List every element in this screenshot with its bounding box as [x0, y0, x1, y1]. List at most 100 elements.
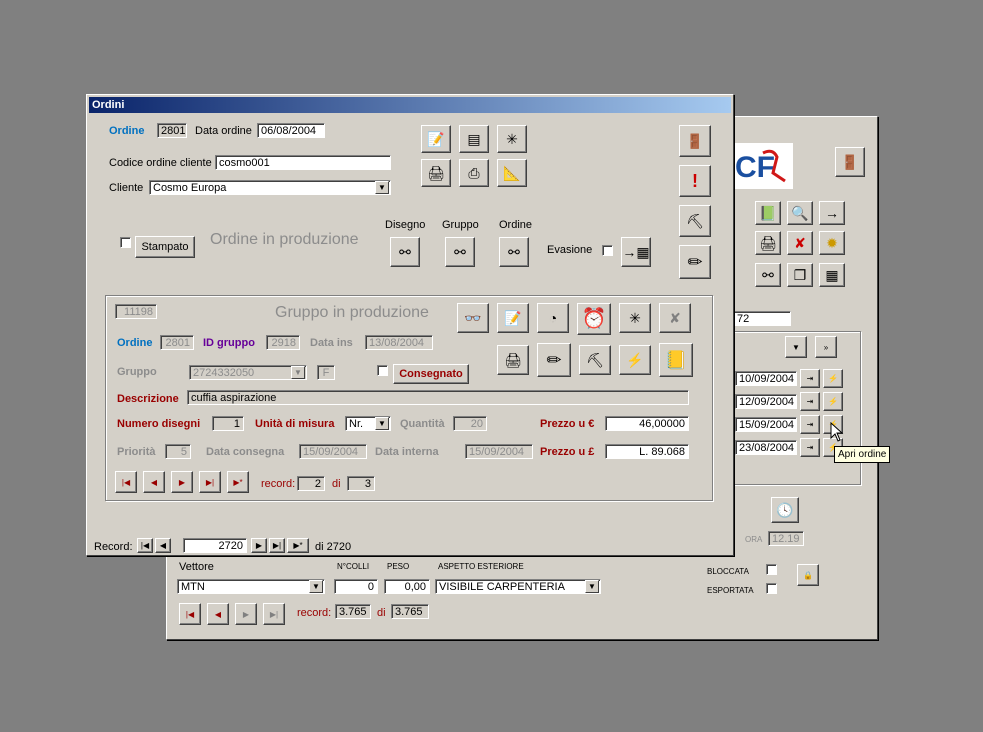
back-tool-2[interactable]: 🔍 — [787, 201, 813, 225]
filter-row-1-button[interactable]: ⚡ — [823, 369, 843, 388]
ora-field[interactable]: 12.19 — [768, 531, 804, 546]
date-row-1[interactable]: 10/09/2004 — [735, 371, 797, 386]
grp-print-button[interactable]: 🖨 — [497, 345, 529, 375]
record-number-field[interactable]: 2720 — [183, 538, 247, 553]
nav-next-button[interactable]: ▶ — [251, 538, 267, 553]
grp-new-button[interactable]: ✳ — [619, 303, 651, 333]
back-tool-7[interactable]: ⚯ — [755, 263, 781, 287]
cliente-select[interactable]: Cosmo Europa — [149, 180, 391, 195]
ruler-button[interactable]: 📐 — [497, 159, 527, 187]
open-row-4-button[interactable]: ⇥ — [800, 438, 820, 457]
back-next-record-button[interactable]: ▶ — [235, 603, 257, 625]
grp-clock-button[interactable]: ⏰ — [577, 303, 611, 335]
exclamation-icon: ! — [692, 171, 698, 191]
consegnato-checkbox[interactable] — [377, 365, 388, 376]
lock-button[interactable]: 🔒 — [797, 564, 819, 586]
ncolli-field[interactable]: 0 — [334, 579, 378, 594]
vettore-dropdown[interactable]: ▼ — [309, 580, 323, 593]
back-tool-5[interactable]: ✘ — [787, 231, 813, 255]
data-ins-label: Data ins — [310, 337, 353, 349]
gruppo-dropdown[interactable]: ▼ — [291, 366, 305, 379]
evasione-insert-button[interactable]: →▦ — [621, 237, 651, 267]
open-row-1-button[interactable]: ⇥ — [800, 369, 820, 388]
nav-last-button[interactable]: ▶| — [269, 538, 285, 553]
arrow-in-icon: ⇥ — [806, 443, 814, 452]
filter-icon: ⚡ — [626, 352, 644, 368]
open-row-2-button[interactable]: ⇥ — [800, 392, 820, 411]
back-record-field[interactable]: 3.765 — [335, 604, 371, 619]
aspetto-dropdown[interactable]: ▼ — [585, 580, 599, 593]
back-tool-1[interactable]: 📗 — [755, 201, 781, 225]
grp-new-record-button[interactable]: ▶* — [227, 471, 249, 493]
grp-tool-button[interactable]: ⛏ — [579, 345, 611, 375]
nav-new-button[interactable]: ▶* — [287, 538, 309, 553]
grp-record-field[interactable]: 2 — [297, 476, 325, 491]
gruppo-select[interactable]: 2724332050 — [189, 365, 307, 380]
back-first-record-button[interactable]: |◀ — [179, 603, 201, 625]
back-tool-6[interactable]: ✹ — [819, 231, 845, 255]
bloccata-checkbox[interactable] — [766, 564, 777, 575]
tool-button[interactable]: ⛏ — [679, 205, 711, 237]
nav-prev-button[interactable]: ◀ — [155, 538, 171, 553]
exit-button[interactable]: 🚪 — [679, 125, 711, 157]
back-tool-9[interactable]: ▦ — [819, 263, 845, 287]
stampato-checkbox[interactable] — [120, 237, 131, 248]
grp-prev-button[interactable]: ◀ — [143, 471, 165, 493]
date-row-4[interactable]: 23/08/2004 — [735, 440, 797, 455]
grp-notebook-button[interactable]: 📒 — [659, 343, 693, 377]
next-page-button[interactable]: » — [815, 336, 837, 358]
alert-button[interactable]: ! — [679, 165, 711, 197]
peso-field[interactable]: 0,00 — [384, 579, 430, 594]
back-last-record-button[interactable]: ▶| — [263, 603, 285, 625]
unita-dropdown[interactable]: ▼ — [375, 417, 389, 430]
glasses-button[interactable]: 👓 — [457, 303, 489, 333]
consegnato-button[interactable]: Consegnato — [393, 364, 469, 384]
calculator-button[interactable]: ▤ — [459, 125, 489, 153]
aspetto-select[interactable]: VISIBILE CARPENTERIA — [435, 579, 601, 594]
data-ordine-field[interactable]: 06/08/2004 — [257, 123, 325, 138]
back-field-72[interactable]: 72 — [733, 311, 791, 326]
evasione-checkbox[interactable] — [602, 245, 613, 256]
nav-first-button[interactable]: |◀ — [137, 538, 153, 553]
dropdown-arrow-button[interactable]: ▼ — [785, 336, 807, 358]
back-tool-4[interactable]: 🖨 — [755, 231, 781, 255]
date-row-3[interactable]: 15/09/2004 — [735, 417, 797, 432]
stampato-button[interactable]: Stampato — [135, 236, 195, 258]
grp-filter-button[interactable]: ⚡ — [619, 345, 651, 375]
print-button[interactable]: 🖨 — [421, 159, 451, 187]
grp-delete-button[interactable]: ✘ — [659, 303, 691, 333]
clock-button[interactable]: 🕓 — [771, 497, 799, 523]
find-disegno-button[interactable]: ⚯ — [390, 237, 420, 267]
prezzo-lire-field[interactable]: L. 89.068 — [605, 444, 689, 459]
vettore-select[interactable]: MTN — [177, 579, 325, 594]
esportata-checkbox[interactable] — [766, 583, 777, 594]
open-row-3-button[interactable]: ⇥ — [800, 415, 820, 434]
prezzo-euro-label: Prezzo u € — [540, 418, 595, 430]
grp-di-label: di — [332, 478, 341, 490]
prezzo-euro-field[interactable]: 46,00000 — [605, 416, 689, 431]
print-preview-button[interactable]: ⎙ — [459, 159, 489, 187]
exit-button-back[interactable]: 🚪 — [835, 147, 865, 177]
find-ordine-button[interactable]: ⚯ — [499, 237, 529, 267]
grp-timer-button[interactable]: ◔ — [537, 303, 569, 333]
edit-button[interactable]: 📝 — [421, 125, 451, 153]
find-gruppo-button[interactable]: ⚯ — [445, 237, 475, 267]
grp-first-button[interactable]: |◀ — [115, 471, 137, 493]
tooltip-apri-ordine: Apri ordine — [834, 446, 891, 463]
back-prev-record-button[interactable]: ◀ — [207, 603, 229, 625]
back-tool-3[interactable]: → — [819, 201, 845, 225]
ordine-field[interactable]: 2801 — [157, 123, 187, 138]
date-row-2[interactable]: 12/09/2004 — [735, 394, 797, 409]
pencil-button[interactable]: ✏ — [679, 245, 711, 279]
codice-field[interactable]: cosmo001 — [215, 155, 391, 170]
grp-last-button[interactable]: ▶| — [199, 471, 221, 493]
grp-pencil-button[interactable]: ✏ — [537, 343, 571, 377]
filter-row-2-button[interactable]: ⚡ — [823, 392, 843, 411]
back-tool-8[interactable]: ❐ — [787, 263, 813, 287]
grp-edit-button[interactable]: 📝 — [497, 303, 529, 333]
numero-disegni-field[interactable]: 1 — [212, 416, 244, 431]
cliente-dropdown[interactable]: ▼ — [375, 181, 389, 194]
descrizione-field[interactable]: cuffia aspirazione — [187, 390, 689, 405]
new-record-button[interactable]: ✳ — [497, 125, 527, 153]
grp-next-button[interactable]: ▶ — [171, 471, 193, 493]
